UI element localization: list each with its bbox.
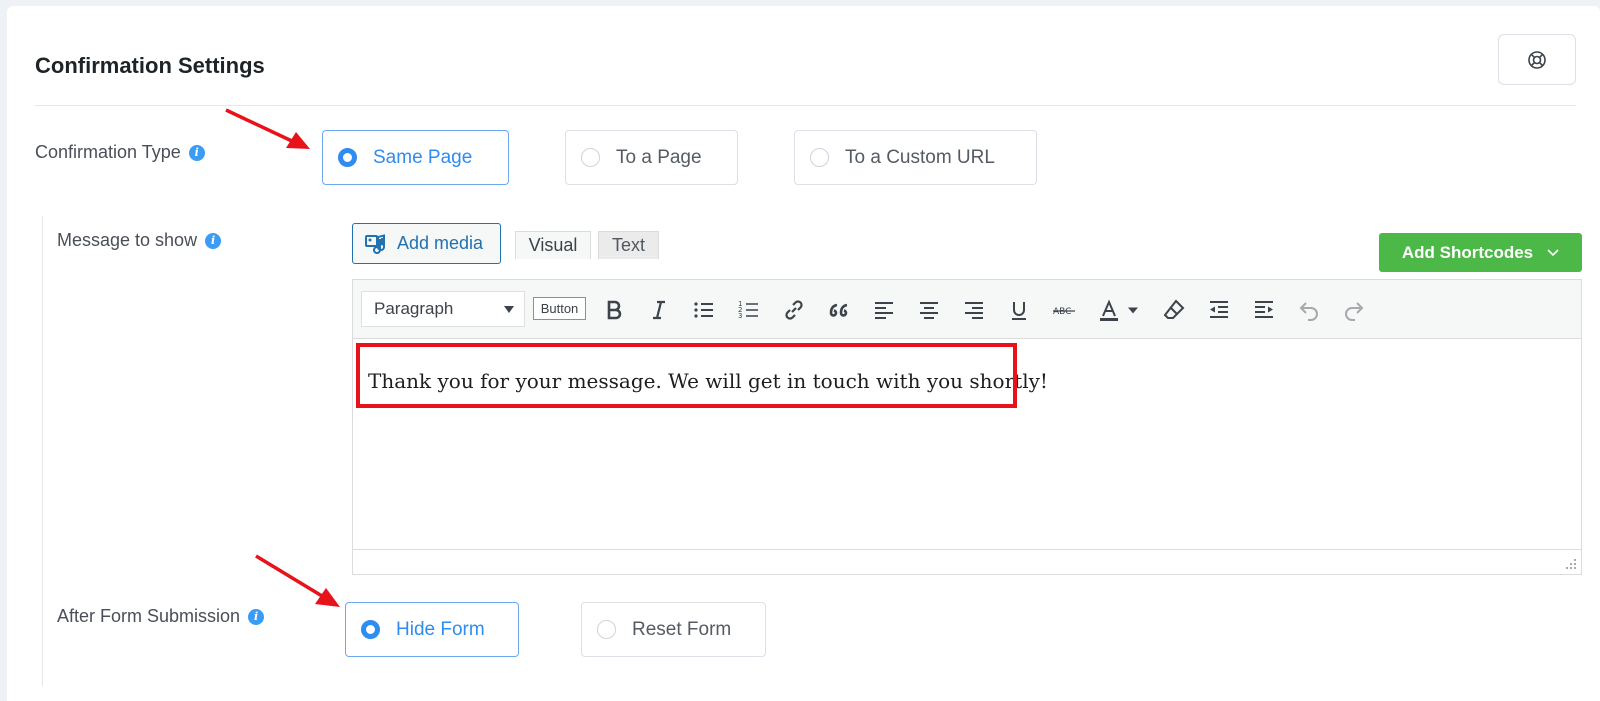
link-button[interactable] [778, 294, 810, 326]
section-rule [42, 216, 43, 686]
align-right-icon [965, 302, 983, 319]
caret-down-icon [1128, 307, 1138, 314]
add-shortcodes-button[interactable]: Add Shortcodes [1379, 233, 1582, 272]
indent-icon [1255, 301, 1273, 318]
message-editor[interactable]: Paragraph Button 123 ABC Thank you for y… [352, 279, 1582, 575]
lifebuoy-icon [1528, 50, 1546, 69]
svg-text:3: 3 [738, 312, 742, 320]
redo-button[interactable] [1338, 294, 1370, 326]
editor-toolbar: Paragraph Button 123 ABC [353, 280, 1581, 339]
indent-button[interactable] [1248, 294, 1280, 326]
redo-icon [1345, 302, 1364, 321]
radio-indicator [810, 148, 829, 167]
annotation-highlight-box [356, 343, 1017, 408]
text-color-dropdown[interactable] [1123, 294, 1143, 326]
text-color-button[interactable] [1093, 294, 1125, 326]
format-select[interactable]: Paragraph [361, 291, 525, 327]
strikethrough-icon: ABC [1053, 307, 1075, 317]
outdent-button[interactable] [1203, 294, 1235, 326]
bullet-list-icon [694, 302, 713, 318]
radio-same-page[interactable]: Same Page [322, 130, 509, 185]
radio-hide-form[interactable]: Hide Form [345, 602, 519, 657]
message-label: Message to show i [57, 230, 222, 251]
numbered-list-button[interactable]: 123 [733, 294, 765, 326]
add-media-button[interactable]: Add media [352, 223, 501, 264]
info-icon[interactable]: i [205, 232, 222, 249]
eraser-icon [1163, 299, 1185, 319]
editor-statusbar [353, 549, 1581, 574]
radio-indicator [361, 620, 380, 639]
tab-visual[interactable]: Visual [515, 231, 591, 259]
radio-to-a-page[interactable]: To a Page [565, 130, 738, 185]
radio-custom-url[interactable]: To a Custom URL [794, 130, 1037, 185]
annotation-arrow-icon [255, 554, 340, 607]
page-title: Confirmation Settings [35, 53, 265, 78]
undo-icon [1299, 302, 1318, 321]
italic-icon [653, 300, 665, 320]
italic-button[interactable] [643, 294, 675, 326]
bullet-list-button[interactable] [688, 294, 720, 326]
clear-formatting-button[interactable] [1158, 294, 1190, 326]
underline-icon [1012, 302, 1026, 320]
resize-handle-icon[interactable] [1565, 558, 1577, 570]
confirmation-type-label: Confirmation Type i [35, 142, 205, 163]
help-button[interactable] [1498, 34, 1576, 85]
undo-button[interactable] [1293, 294, 1325, 326]
align-center-button[interactable] [913, 294, 945, 326]
bold-button[interactable] [598, 294, 630, 326]
svg-text:ABC: ABC [1053, 307, 1071, 317]
underline-button[interactable] [1003, 294, 1035, 326]
text-color-icon [1100, 299, 1118, 321]
align-center-icon [920, 302, 938, 319]
radio-reset-form[interactable]: Reset Form [581, 602, 766, 657]
link-icon [785, 300, 803, 320]
align-left-button[interactable] [868, 294, 900, 326]
numbered-list-icon: 123 [738, 300, 758, 320]
radio-indicator [597, 620, 616, 639]
strikethrough-button[interactable]: ABC [1048, 294, 1080, 326]
radio-indicator [338, 148, 357, 167]
blockquote-button[interactable] [823, 294, 855, 326]
chevron-down-icon [1547, 248, 1559, 256]
annotation-arrow-icon [225, 108, 310, 149]
align-left-icon [875, 302, 893, 319]
align-right-button[interactable] [958, 294, 990, 326]
insert-button-button[interactable]: Button [533, 297, 586, 320]
media-icon [365, 233, 386, 254]
quote-icon [829, 303, 848, 317]
radio-indicator [581, 148, 600, 167]
after-submission-label: After Form Submission i [57, 606, 265, 627]
outdent-icon [1210, 301, 1228, 318]
info-icon[interactable]: i [188, 144, 205, 161]
bold-icon [607, 300, 622, 320]
tab-text[interactable]: Text [598, 231, 659, 259]
caret-down-icon [504, 306, 514, 313]
